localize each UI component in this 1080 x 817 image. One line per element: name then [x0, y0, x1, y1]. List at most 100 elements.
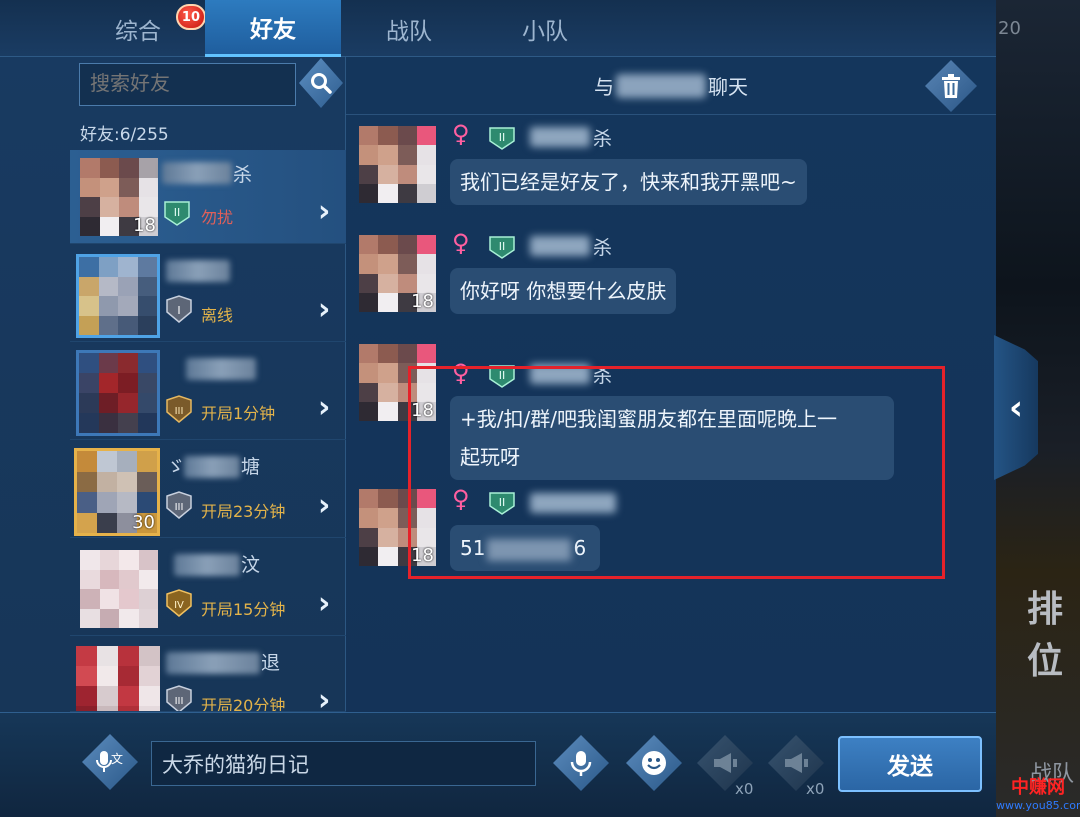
- tab-squad[interactable]: 小队: [477, 0, 613, 57]
- tab-team-label: 战队: [386, 18, 432, 45]
- svg-text:II: II: [499, 369, 506, 382]
- friend-name-prefix: ゞ: [166, 456, 186, 478]
- sender-name-tail: 杀: [593, 237, 613, 259]
- message-bubble: 51 6: [450, 525, 600, 571]
- megaphone-icon: [785, 753, 808, 773]
- rank-icon: II: [160, 198, 194, 228]
- level-number: 18: [411, 545, 434, 566]
- rank-icon: III: [162, 394, 196, 424]
- tab-bar: 综合 10 好友 战队 小队: [0, 0, 996, 57]
- friend-name-tail: 塘: [241, 456, 261, 478]
- rank-icon: II: [487, 125, 517, 151]
- chevron-right-icon[interactable]: ›: [318, 686, 340, 712]
- svg-text:II: II: [174, 206, 181, 219]
- rank-icon: I: [162, 294, 196, 324]
- horn-count: x0: [735, 780, 754, 798]
- chevron-right-icon[interactable]: ›: [318, 491, 340, 521]
- chat-header-suffix: 聊天: [708, 75, 748, 99]
- tab-general[interactable]: 综合 10: [70, 0, 206, 57]
- message-avatar[interactable]: 18: [359, 344, 436, 421]
- watermark: 中赚网 www.you85.com: [996, 778, 1080, 814]
- tab-general-label: 综合: [115, 18, 161, 45]
- friend-status: 开局1分钟: [201, 404, 276, 423]
- friend-name-tail: 汶: [241, 554, 261, 576]
- svg-text:III: III: [175, 502, 184, 513]
- search-friends-input[interactable]: [79, 63, 296, 106]
- avatar: 18: [80, 158, 158, 236]
- sender-name-redacted: [530, 493, 616, 513]
- chevron-right-icon[interactable]: ›: [318, 197, 340, 227]
- send-button[interactable]: 发送: [838, 736, 982, 792]
- message-avatar[interactable]: [359, 126, 436, 203]
- message-avatar[interactable]: 18: [359, 489, 436, 566]
- friend-row[interactable]: III 开局1分钟 ›: [70, 346, 346, 440]
- collapse-panel-button[interactable]: ‹: [994, 335, 1038, 480]
- chat-area: [346, 57, 996, 712]
- chat-message-input[interactable]: [151, 741, 536, 786]
- friend-name-tail: 退: [261, 652, 281, 674]
- sender-name-tail: 杀: [593, 365, 613, 387]
- voice-to-text-icon: 文: [96, 751, 123, 772]
- chevron-right-icon[interactable]: ›: [318, 295, 340, 325]
- friend-status: 勿扰: [201, 208, 234, 227]
- female-icon: ♀: [452, 229, 470, 257]
- watermark-title: 中赚网: [1011, 777, 1065, 798]
- svg-text:IV: IV: [174, 600, 184, 611]
- svg-text:II: II: [499, 240, 506, 253]
- message-avatar[interactable]: 18: [359, 235, 436, 312]
- friend-count: 好友:6/255: [80, 125, 169, 145]
- sender-name-tail: 杀: [593, 128, 613, 150]
- tab-team[interactable]: 战队: [341, 0, 477, 57]
- chevron-right-icon[interactable]: ›: [318, 589, 340, 619]
- message-bubble: 你好呀 你想要什么皮肤: [450, 268, 677, 314]
- rank-icon: III: [162, 490, 196, 520]
- background-rank-text: 排位: [1027, 589, 1064, 682]
- message-redacted: [487, 538, 572, 561]
- message-text: 我们已经是好友了，快来和我开黑吧~: [460, 170, 797, 194]
- send-label: 发送: [887, 754, 933, 780]
- rank-icon: II: [487, 363, 517, 389]
- friend-name-redacted: [184, 456, 240, 478]
- friend-row[interactable]: 18 杀 II 勿扰 ›: [70, 150, 346, 244]
- rank-icon: II: [487, 490, 517, 516]
- friend-status: 离线: [201, 306, 234, 325]
- avatar: [80, 550, 158, 628]
- level-number: 18: [133, 215, 156, 236]
- sender-name-redacted: [530, 236, 590, 256]
- message-text-start: 51: [460, 536, 486, 560]
- message-bubble: +我/扣/群/吧我闺蜜朋友都在里面呢晚上一 起玩呀: [450, 396, 894, 480]
- trash-icon: [942, 74, 960, 98]
- friend-name-redacted: [166, 652, 260, 674]
- message-text-line1: +我/扣/群/吧我闺蜜朋友都在里面呢晚上一: [460, 407, 837, 431]
- svg-text:文: 文: [111, 751, 123, 766]
- friend-name-redacted: [162, 162, 232, 184]
- rank-icon: II: [487, 234, 517, 260]
- level-number: 18: [411, 291, 434, 312]
- svg-text:III: III: [175, 406, 184, 417]
- avatar: 30: [74, 448, 160, 536]
- chat-header: 与 聊天: [346, 57, 996, 115]
- avatar: [76, 254, 160, 338]
- tab-squad-label: 小队: [522, 18, 568, 45]
- friend-name-redacted: [186, 358, 256, 380]
- chat-partner-name-redacted: [616, 73, 706, 98]
- tab-friends[interactable]: 好友: [205, 0, 341, 57]
- friend-row[interactable]: 30 ゞ 塘 III 开局23分钟 ›: [70, 444, 346, 538]
- unread-badge: 10: [175, 4, 206, 30]
- friend-row[interactable]: 汶 IV 开局15分钟 ›: [70, 542, 346, 636]
- sender-name-redacted: [530, 127, 590, 147]
- female-icon: ♀: [452, 359, 470, 387]
- friend-status: 开局23分钟: [201, 502, 286, 521]
- message-text-end: 6: [573, 536, 587, 560]
- svg-text:II: II: [499, 496, 506, 509]
- chevron-right-icon[interactable]: ›: [318, 393, 340, 423]
- female-icon: ♀: [452, 485, 470, 513]
- friend-row[interactable]: I 离线 ›: [70, 248, 346, 342]
- smiley-icon: [642, 751, 666, 775]
- friend-row[interactable]: 退 III 开局20分钟 ›: [70, 640, 346, 712]
- message-text: 你好呀 你想要什么皮肤: [460, 279, 667, 303]
- sender-name-redacted: [530, 364, 590, 384]
- chevron-left-icon: ‹: [1008, 387, 1023, 428]
- level-number: 30: [132, 512, 155, 533]
- friend-name-tail: 杀: [233, 164, 253, 186]
